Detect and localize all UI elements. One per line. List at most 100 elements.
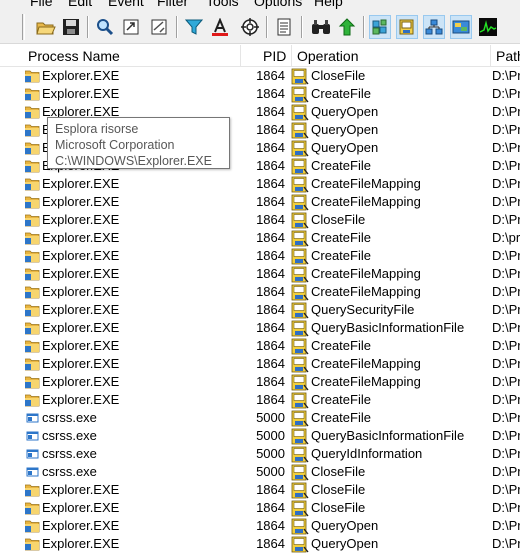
filter-icon xyxy=(185,19,203,35)
event-row[interactable]: Explorer.EXE 1864 CreateFileMapping D:\Pr xyxy=(0,283,520,301)
highlight-icon xyxy=(212,18,228,36)
explorer-process-icon xyxy=(24,303,40,317)
event-row[interactable]: Explorer.EXE 1864 QueryOpen D:\Pr xyxy=(0,535,520,553)
event-row[interactable]: Explorer.EXE 1864 CloseFile D:\Pr xyxy=(0,499,520,517)
process-name-cell: Explorer.EXE xyxy=(42,86,120,101)
event-row[interactable]: csrss.exe 5000 QueryBasicInformationFile D:… xyxy=(0,427,520,445)
event-row[interactable]: Explorer.EXE 1864 CloseFile D:\Pr xyxy=(0,67,520,85)
event-row[interactable]: Explorer.EXE 1864 QueryBasicInformationFil… xyxy=(0,319,520,337)
pid-cell: 1864 xyxy=(256,392,285,407)
pid-cell: 1864 xyxy=(256,104,285,119)
menu-tools[interactable]: Tools xyxy=(206,0,239,9)
path-cell: D:\Pr xyxy=(492,356,520,371)
explorer-process-icon xyxy=(24,69,40,83)
explorer-process-icon xyxy=(24,213,40,227)
event-row[interactable]: Explorer.EXE 1864 QueryOpen D:\Pr xyxy=(0,517,520,535)
menu-event[interactable]: Event xyxy=(108,0,144,9)
show-process-button[interactable] xyxy=(450,15,472,39)
filter-button[interactable] xyxy=(183,15,205,39)
tooltip-description: Esplora risorse xyxy=(55,122,139,136)
filesystem-operation-icon xyxy=(291,410,309,427)
registry-activity-icon xyxy=(372,19,387,35)
process-name-cell: Explorer.EXE xyxy=(42,536,120,551)
column-divider[interactable] xyxy=(291,45,292,67)
operation-cell: CreateFile xyxy=(311,338,371,353)
menu-file[interactable]: File xyxy=(30,0,53,9)
clear-button[interactable] xyxy=(148,15,170,39)
event-row[interactable]: Explorer.EXE 1864 CreateFileMapping D:\Pr xyxy=(0,265,520,283)
column-divider[interactable] xyxy=(240,45,241,67)
menu-edit[interactable]: Edit xyxy=(68,0,92,9)
menu-filter[interactable]: Filter xyxy=(157,0,188,9)
column-pid[interactable]: PID xyxy=(263,45,286,67)
event-row[interactable]: Explorer.EXE 1864 CreateFile D:\Pr xyxy=(0,391,520,409)
show-registry-button[interactable] xyxy=(369,15,391,39)
operation-cell: QueryOpen xyxy=(311,104,379,119)
filesystem-operation-icon xyxy=(291,446,309,463)
capture-button[interactable] xyxy=(94,15,116,39)
autoscroll-button[interactable] xyxy=(120,15,142,39)
profiling-activity-icon xyxy=(479,18,497,36)
operation-cell: CloseFile xyxy=(311,500,366,515)
pid-cell: 1864 xyxy=(256,266,285,281)
explorer-process-icon xyxy=(24,519,40,533)
path-cell: D:\Pr xyxy=(492,284,520,299)
show-network-button[interactable] xyxy=(423,15,445,39)
column-path[interactable]: Path xyxy=(496,45,520,67)
pid-cell: 5000 xyxy=(256,464,285,479)
pid-cell: 1864 xyxy=(256,86,285,101)
process-name-cell: Explorer.EXE xyxy=(42,518,120,533)
event-row[interactable]: Explorer.EXE 1864 CloseFile D:\Pr xyxy=(0,481,520,499)
operation-cell: CloseFile xyxy=(311,464,366,479)
explorer-process-icon xyxy=(24,483,40,497)
event-row[interactable]: Explorer.EXE 1864 CreateFileMapping D:\Pr xyxy=(0,373,520,391)
event-row[interactable]: Explorer.EXE 1864 CreateFile D:\Pr xyxy=(0,337,520,355)
event-row[interactable]: Explorer.EXE 1864 CreateFile D:\Pr xyxy=(0,247,520,265)
process-tree-button[interactable] xyxy=(273,15,295,39)
event-row[interactable]: Explorer.EXE 1864 CreateFile D:\Pr xyxy=(0,85,520,103)
show-filesystem-button[interactable] xyxy=(396,15,418,39)
find-button[interactable] xyxy=(310,15,332,39)
pid-cell: 1864 xyxy=(256,176,285,191)
pid-cell: 1864 xyxy=(256,518,285,533)
filesystem-operation-icon xyxy=(291,266,309,283)
explorer-process-icon xyxy=(24,285,40,299)
event-row[interactable]: Explorer.EXE 1864 CreateFile D:\pr xyxy=(0,229,520,247)
operation-cell: QueryOpen xyxy=(311,140,379,155)
event-row[interactable]: csrss.exe 5000 CreateFile D:\Pr xyxy=(0,409,520,427)
explorer-process-icon xyxy=(24,501,40,515)
path-cell: D:\Pr xyxy=(492,122,520,137)
include-process-button[interactable] xyxy=(239,15,261,39)
save-button[interactable] xyxy=(60,15,82,39)
process-name-cell: Explorer.EXE xyxy=(42,482,120,497)
show-profiling-button[interactable] xyxy=(477,15,499,39)
operation-cell: QuerySecurityFile xyxy=(311,302,415,317)
column-process-name[interactable]: Process Name xyxy=(28,45,120,67)
save-icon xyxy=(63,19,79,35)
pid-cell: 1864 xyxy=(256,122,285,137)
highlight-button[interactable] xyxy=(209,15,231,39)
explorer-process-icon xyxy=(24,249,40,263)
explorer-process-icon xyxy=(24,177,40,191)
event-row[interactable]: Explorer.EXE 1864 QuerySecurityFile D:\Pr xyxy=(0,301,520,319)
operation-cell: CreateFileMapping xyxy=(311,266,421,281)
menu-help[interactable]: Help xyxy=(314,0,343,9)
event-row[interactable]: Explorer.EXE 1864 CreateFileMapping D:\Pr xyxy=(0,355,520,373)
column-divider[interactable] xyxy=(490,45,491,67)
event-row[interactable]: Explorer.EXE 1864 CreateFileMapping D:\Pr xyxy=(0,193,520,211)
menu-options[interactable]: Options xyxy=(254,0,302,9)
event-row[interactable]: Explorer.EXE 1864 CreateFileMapping D:\Pr xyxy=(0,175,520,193)
event-row[interactable]: Explorer.EXE 1864 CloseFile D:\Pr xyxy=(0,211,520,229)
column-operation[interactable]: Operation xyxy=(297,45,358,67)
path-cell: D:\Pr xyxy=(492,248,520,263)
event-row[interactable]: csrss.exe 5000 CloseFile D:\Pr xyxy=(0,463,520,481)
find-icon xyxy=(312,20,330,34)
explorer-process-icon xyxy=(24,195,40,209)
pid-cell: 1864 xyxy=(256,536,285,551)
process-name-cell: Explorer.EXE xyxy=(42,338,120,353)
console-process-icon xyxy=(25,465,40,479)
jump-button[interactable] xyxy=(336,15,358,39)
open-button[interactable] xyxy=(35,15,57,39)
event-row[interactable]: csrss.exe 5000 QueryIdInformation D:\Pr xyxy=(0,445,520,463)
pid-cell: 1864 xyxy=(256,500,285,515)
